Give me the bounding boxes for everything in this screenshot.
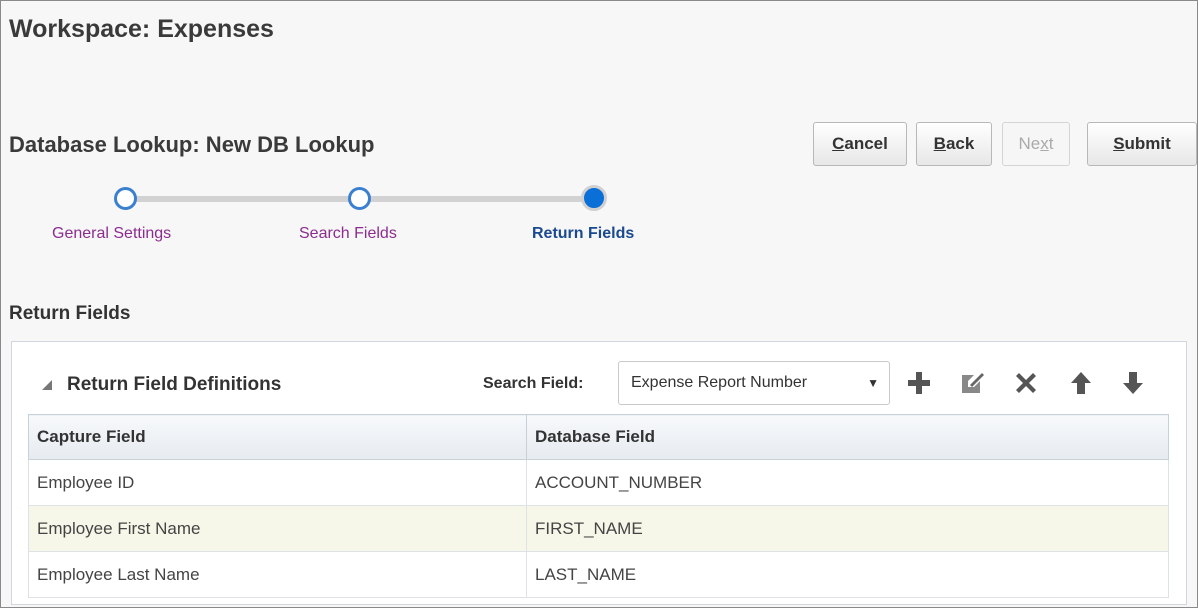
capture-field-cell[interactable]: Employee First Name — [28, 505, 527, 552]
workspace-title: Workspace: Expenses — [9, 15, 274, 43]
return-fields-table: Capture Field Database Field Employee ID… — [28, 414, 1169, 598]
delete-icon[interactable] — [1012, 369, 1040, 397]
train-connector — [366, 196, 592, 202]
search-field-value: Expense Report Number — [631, 374, 808, 391]
train-label-general-settings[interactable]: General Settings — [52, 225, 171, 243]
capture-field-cell[interactable]: Employee Last Name — [28, 551, 527, 598]
next-label-pre: Ne — [1018, 134, 1041, 153]
search-field-label: Search Field: — [483, 375, 584, 392]
table-row[interactable]: Employee ID ACCOUNT_NUMBER — [28, 459, 1169, 506]
table-header-row: Capture Field Database Field — [28, 414, 1169, 460]
database-field-cell[interactable]: LAST_NAME — [526, 551, 1169, 598]
search-field-select[interactable]: Expense Report Number ▼ — [618, 361, 890, 405]
table-row[interactable]: Employee First Name FIRST_NAME — [28, 505, 1169, 552]
column-header-capture-field[interactable]: Capture Field — [28, 414, 527, 460]
submit-label-post: ubmit — [1124, 134, 1171, 153]
edit-icon[interactable] — [958, 369, 986, 397]
next-label-post: t — [1048, 134, 1054, 153]
column-header-database-field[interactable]: Database Field — [526, 414, 1169, 460]
dropdown-arrow-icon: ▼ — [867, 376, 879, 390]
train-stop-return-fields — [581, 185, 607, 211]
back-mnemonic: B — [933, 134, 946, 153]
add-icon[interactable] — [905, 369, 933, 397]
submit-button[interactable]: Submit — [1087, 122, 1197, 166]
back-label-post: ack — [945, 134, 975, 153]
table-row[interactable]: Employee Last Name LAST_NAME — [28, 551, 1169, 598]
database-field-cell[interactable]: ACCOUNT_NUMBER — [526, 459, 1169, 506]
return-fields-panel: Return Field Definitions Search Field: E… — [11, 341, 1187, 605]
collapse-icon[interactable] — [42, 380, 52, 390]
panel-title: Return Field Definitions — [67, 374, 282, 395]
train-stop-general-settings[interactable] — [114, 187, 137, 210]
section-title: Return Fields — [9, 303, 131, 324]
cancel-mnemonic: C — [832, 134, 845, 153]
database-field-cell[interactable]: FIRST_NAME — [526, 505, 1169, 552]
capture-field-cell[interactable]: Employee ID — [28, 459, 527, 506]
train-connector — [127, 196, 359, 202]
next-mnemonic: x — [1040, 134, 1049, 153]
train-stop-search-fields[interactable] — [348, 187, 371, 210]
page-title: Database Lookup: New DB Lookup — [9, 132, 375, 157]
next-button[interactable]: Ne x t — [1002, 122, 1070, 166]
submit-mnemonic: S — [1113, 134, 1125, 153]
train-label-search-fields[interactable]: Search Fields — [299, 225, 397, 243]
move-up-icon[interactable] — [1067, 369, 1095, 397]
page: Workspace: Expenses Database Lookup: New… — [0, 0, 1198, 608]
back-button[interactable]: Back — [916, 122, 992, 166]
cancel-button[interactable]: Cancel — [813, 122, 907, 166]
move-down-icon[interactable] — [1119, 369, 1147, 397]
train-label-return-fields: Return Fields — [532, 225, 635, 242]
cancel-label-post: ancel — [844, 134, 888, 153]
